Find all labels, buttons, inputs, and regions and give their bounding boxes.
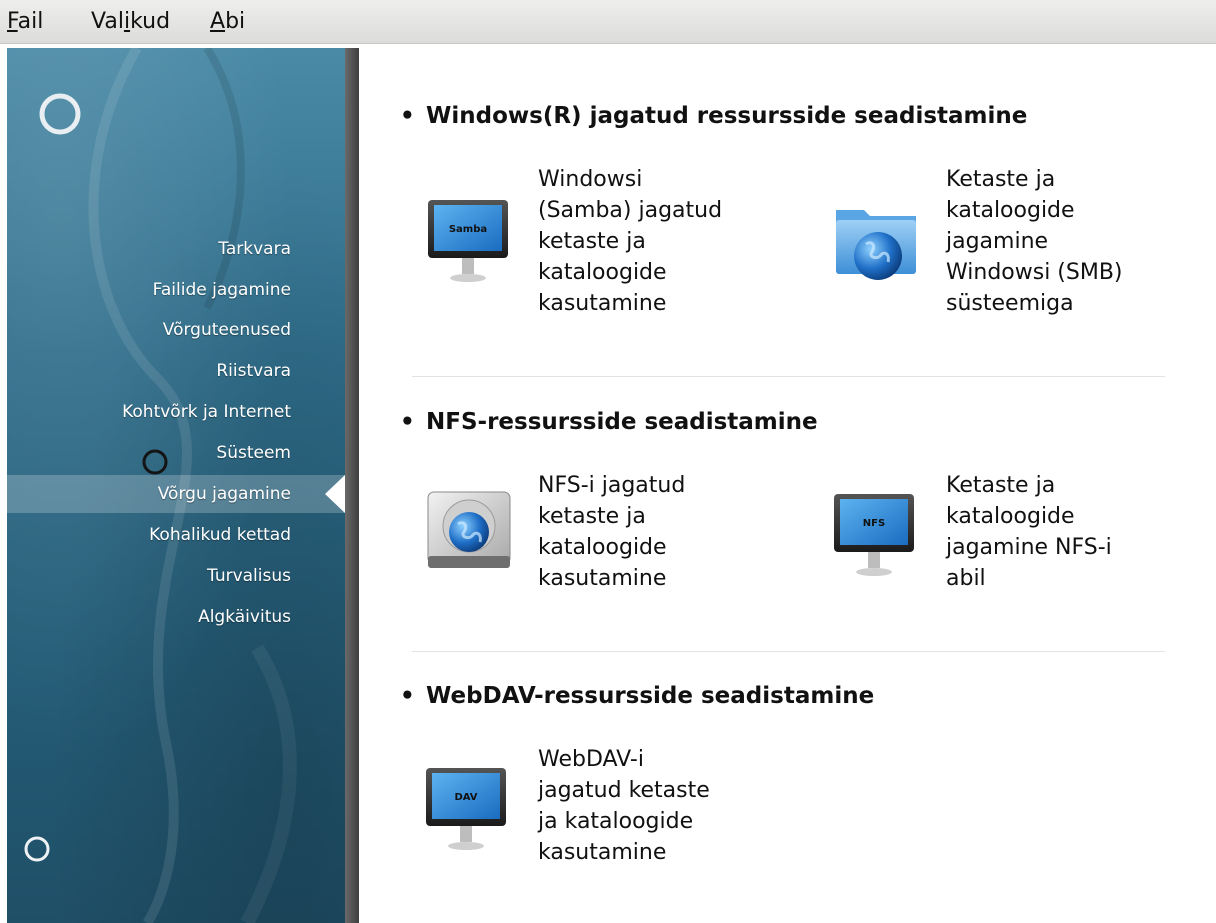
sidebar-item-kohalikud-kettad[interactable]: Kohalikud kettad (31, 525, 291, 545)
menu-file[interactable]: Fail (7, 9, 43, 34)
menu-options[interactable]: Valikud (91, 9, 170, 34)
item-smb-share[interactable]: Ketaste ja kataloogide jagamine Windowsi… (828, 164, 1168, 324)
section-title-webdav: • WebDAV-ressursside seadistamine (400, 683, 875, 709)
separator (412, 651, 1165, 652)
harddisk-globe-icon (427, 491, 511, 568)
sidebar-item-vorgu-jagamine[interactable]: Võrgu jagamine (31, 484, 291, 504)
sidebar-item-kohtvork[interactable]: Kohtvõrk ja Internet (31, 402, 291, 422)
item-nfs-client[interactable]: NFS-i jagatud ketaste ja kataloogide kas… (420, 470, 780, 600)
selection-arrow (325, 475, 345, 513)
item-webdav-client[interactable]: DAV WebDAV-i jagatud ketaste ja kataloog… (420, 744, 780, 874)
svg-text:Samba: Samba (449, 224, 487, 235)
menu-bar: Fail Valikud Abi (0, 0, 1216, 44)
svg-text:DAV: DAV (454, 792, 477, 803)
menu-help[interactable]: Abi (210, 9, 245, 34)
monitor-icon: Samba (428, 200, 508, 282)
item-nfs-share[interactable]: NFS Ketaste ja kataloogide jagamine NFS-… (828, 470, 1168, 600)
sidebar-edge (345, 48, 359, 923)
sidebar-item-systeem[interactable]: Süsteem (31, 443, 291, 463)
item-label: Windowsi (Samba) jagatud ketaste ja kata… (538, 167, 723, 316)
item-label: Ketaste ja kataloogide jagamine NFS-i ab… (946, 473, 1112, 591)
item-label: NFS-i jagatud ketaste ja kataloogide kas… (538, 473, 686, 591)
section-title-windows: • Windows(R) jagatud ressursside seadista… (400, 103, 1028, 129)
sidebar-item-algkaivitus[interactable]: Algkäivitus (31, 607, 291, 627)
item-label: Ketaste ja kataloogide jagamine Windowsi… (946, 167, 1123, 316)
sidebar-item-failide-jagamine[interactable]: Failide jagamine (31, 280, 291, 300)
sidebar-item-riistvara[interactable]: Riistvara (31, 361, 291, 381)
deco-circle-large (39, 93, 81, 135)
svg-text:NFS: NFS (863, 518, 885, 529)
sidebar-item-vorguteenused[interactable]: Võrguteenused (31, 320, 291, 340)
monitor-icon: NFS (834, 494, 914, 576)
separator (412, 376, 1165, 377)
item-samba-client[interactable]: Samba Windowsi (Samba) jagatud ketaste j… (420, 164, 780, 324)
monitor-icon: DAV (426, 768, 506, 850)
sidebar: Tarkvara Failide jagamine Võrguteenused … (7, 48, 359, 923)
sidebar-item-tarkvara[interactable]: Tarkvara (31, 239, 291, 259)
deco-circle-small (24, 836, 50, 862)
section-title-nfs: • NFS-ressursside seadistamine (400, 409, 818, 435)
sidebar-item-turvalisus[interactable]: Turvalisus (31, 566, 291, 586)
folder-globe-icon (836, 210, 916, 280)
item-label: WebDAV-i jagatud ketaste ja kataloogide … (538, 747, 710, 865)
